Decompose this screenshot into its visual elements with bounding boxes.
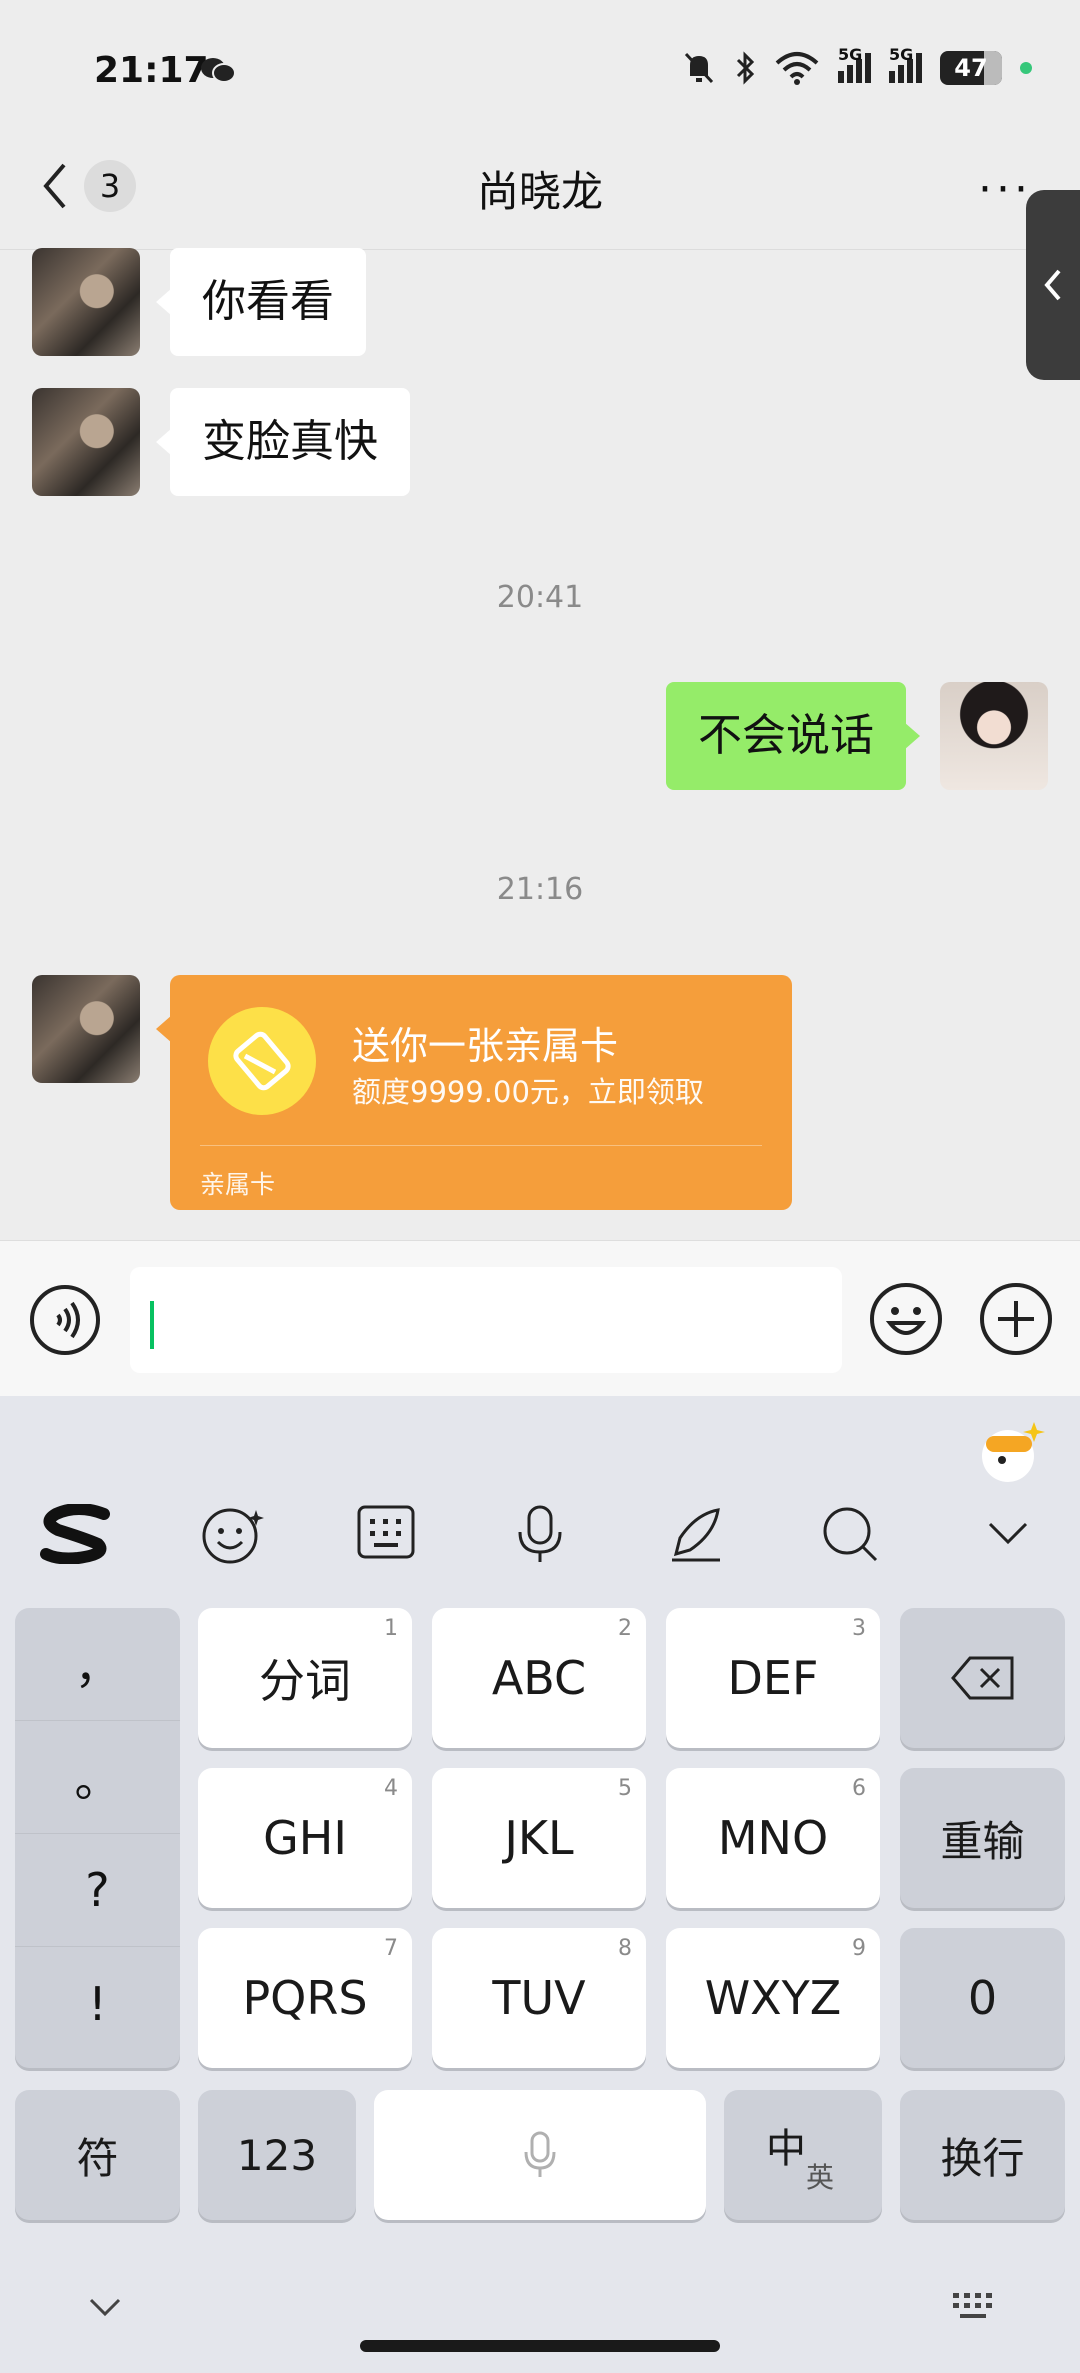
key-label: PQRS — [242, 1971, 368, 2025]
key-number: 7 — [384, 1936, 398, 1961]
emoji-keyboard-icon[interactable] — [200, 1504, 266, 1566]
key-label: ABC — [491, 1651, 587, 1705]
contact-avatar[interactable] — [32, 975, 140, 1083]
wechat-icon — [201, 58, 236, 83]
lang-sub-label: 英 — [806, 2161, 835, 2194]
key-number: 1 — [384, 1616, 398, 1641]
key-label: DEF — [727, 1651, 819, 1705]
chat-header: 3 尚晓龙 ··· — [0, 140, 1080, 250]
network-type-label: 5G — [838, 45, 863, 64]
contact-avatar[interactable] — [32, 388, 140, 496]
message-bubble[interactable]: 不会说话 — [666, 682, 920, 790]
signal-2: 5G — [889, 45, 922, 83]
backspace-key[interactable] — [900, 1608, 1065, 1748]
card-subtitle: 额度9999.00元，立即领取 — [352, 1075, 704, 1109]
key-label: WXYZ — [704, 1971, 842, 2025]
backspace-icon — [950, 1656, 1013, 1700]
text-cursor — [150, 1301, 154, 1349]
battery-level: 47 — [954, 54, 988, 82]
chevron-down-icon[interactable] — [986, 1518, 1030, 1548]
chat-title: 尚晓龙 — [476, 167, 603, 216]
key-number: 4 — [384, 1776, 398, 1801]
family-card-message[interactable]: 送你一张亲属卡 额度9999.00元，立即领取 亲属卡 — [156, 975, 792, 1210]
keyboard-toolbar — [0, 1456, 1080, 1592]
key-label: MNO — [717, 1811, 829, 1865]
battery-icon: 47 — [940, 51, 1002, 85]
chevron-left-icon — [1044, 269, 1061, 301]
family-card-icon — [208, 1007, 316, 1115]
status-time: 21:17 — [94, 50, 209, 91]
message-bubble[interactable]: 变脸真快 — [156, 388, 410, 496]
t9-key-8[interactable]: TUV 8 — [432, 1928, 646, 2068]
punct-key[interactable]: ? — [15, 1834, 180, 1947]
card-title: 送你一张亲属卡 — [352, 1024, 619, 1068]
t9-key-9[interactable]: WXYZ 9 — [666, 1928, 880, 2068]
contact-avatar[interactable] — [32, 248, 140, 356]
keyboard-switch-icon[interactable] — [950, 2290, 1000, 2324]
key-number: 8 — [618, 1936, 632, 1961]
sogou-logo-icon[interactable] — [38, 1504, 114, 1564]
zero-key[interactable]: 0 — [900, 1928, 1065, 2068]
home-indicator[interactable] — [360, 2340, 720, 2352]
key-number: 5 — [618, 1776, 632, 1801]
t9-key-7[interactable]: PQRS 7 — [198, 1928, 412, 2068]
card-divider — [200, 1145, 762, 1146]
voice-input-icon[interactable] — [28, 1283, 102, 1357]
search-icon[interactable] — [820, 1504, 880, 1564]
t9-key-4[interactable]: GHI 4 — [198, 1768, 412, 1908]
t9-key-6[interactable]: MNO 6 — [666, 1768, 880, 1908]
keyboard-layout-icon[interactable] — [356, 1504, 416, 1560]
network-type-label: 5G — [889, 45, 914, 64]
my-avatar[interactable] — [940, 682, 1048, 790]
key-label: 分词 — [259, 1654, 351, 1708]
key-label: GHI — [263, 1811, 347, 1865]
punct-key[interactable]: ， — [15, 1608, 180, 1721]
key-number: 6 — [852, 1776, 866, 1801]
t9-key-1[interactable]: 分词 1 — [198, 1608, 412, 1748]
microphone-icon[interactable] — [512, 1504, 568, 1566]
bluetooth-icon — [736, 51, 755, 85]
plus-icon[interactable] — [978, 1281, 1054, 1357]
side-panel-handle[interactable] — [1026, 190, 1080, 380]
input-bar — [0, 1240, 1080, 1396]
message-input[interactable] — [130, 1267, 842, 1373]
message-timestamp: 20:41 — [496, 580, 584, 615]
more-button[interactable]: ··· — [978, 164, 1032, 215]
punct-key[interactable]: ! — [15, 1947, 180, 2060]
message-bubble[interactable]: 你看看 — [156, 248, 366, 356]
key-label: JKL — [504, 1811, 574, 1865]
space-key[interactable] — [374, 2090, 706, 2220]
key-label: TUV — [492, 1971, 586, 2025]
t9-key-3[interactable]: DEF 3 — [666, 1608, 880, 1748]
punct-key[interactable]: 。 — [15, 1721, 180, 1834]
numbers-key[interactable]: 123 — [198, 2090, 356, 2220]
message-timestamp: 21:16 — [496, 872, 584, 907]
symbols-key[interactable]: 符 — [15, 2090, 180, 2220]
wifi-icon — [775, 52, 819, 85]
punctuation-column: ， 。 ? ! — [15, 1608, 180, 2068]
mute-bell-icon — [684, 52, 714, 84]
key-number: 2 — [618, 1616, 632, 1641]
enter-key[interactable]: 换行 — [900, 2090, 1065, 2220]
emoji-icon[interactable] — [868, 1281, 944, 1357]
lang-main-label: 中 — [766, 2126, 806, 2172]
t9-key-5[interactable]: JKL 5 — [432, 1768, 646, 1908]
signal-1: 5G — [838, 45, 871, 83]
handwriting-icon[interactable] — [666, 1504, 726, 1564]
key-number: 9 — [852, 1936, 866, 1961]
microphone-icon — [524, 2131, 556, 2177]
hide-keyboard-icon[interactable] — [88, 2296, 122, 2318]
reinput-key[interactable]: 重输 — [900, 1768, 1065, 1908]
card-footer: 亲属卡 — [200, 1170, 276, 1199]
key-number: 3 — [852, 1616, 866, 1641]
language-switch-key[interactable]: 中 英 — [724, 2090, 882, 2220]
privacy-indicator — [1020, 62, 1032, 74]
t9-key-2[interactable]: ABC 2 — [432, 1608, 646, 1748]
status-bar: 21:17 5G 5G 47 — [0, 0, 1080, 140]
